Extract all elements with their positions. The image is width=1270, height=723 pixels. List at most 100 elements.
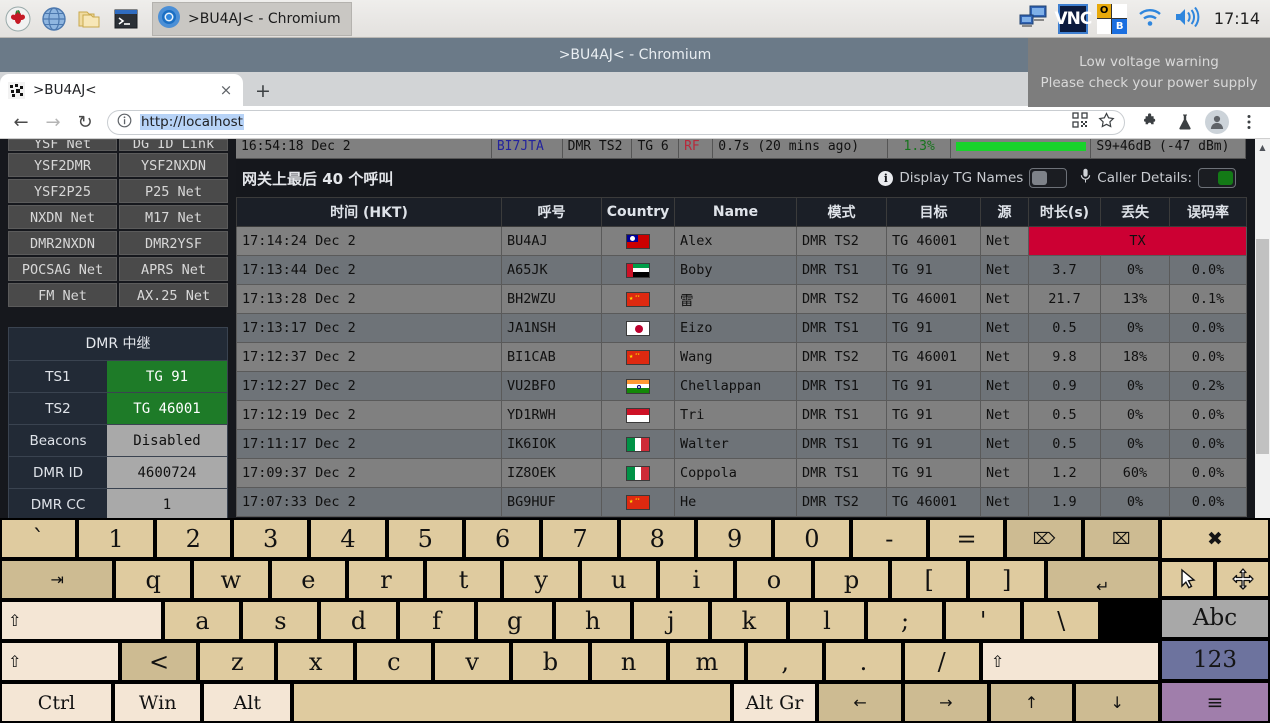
net-button[interactable]: DMR2NXDN — [8, 231, 117, 255]
net-button[interactable]: DMR2YSF — [119, 231, 228, 255]
net-button[interactable]: DG ID Link — [119, 139, 228, 151]
bookmark-star-icon[interactable] — [1098, 112, 1115, 133]
vnc-tray-icon[interactable]: VNC — [1058, 4, 1088, 34]
key-x[interactable]: x — [277, 642, 353, 681]
quad-indicator-icon[interactable]: O B — [1097, 4, 1127, 34]
tab-close-icon[interactable]: × — [217, 81, 235, 99]
key-arrow-up-icon[interactable]: ↑ — [990, 683, 1074, 722]
key-semicolon[interactable]: ; — [867, 601, 943, 640]
net-button[interactable]: P25 Net — [119, 179, 228, 203]
volume-icon[interactable] — [1173, 5, 1201, 33]
cell-callsign[interactable]: IK6IOK — [502, 430, 602, 459]
cell-callsign[interactable]: YD1RWH — [502, 401, 602, 430]
key-m[interactable]: m — [669, 642, 745, 681]
key-enter-icon[interactable]: ↵ — [1047, 560, 1159, 599]
key-shift-right-icon[interactable]: ⇧ — [982, 642, 1159, 681]
caller-details-toggle[interactable] — [1198, 168, 1236, 188]
key-period[interactable]: . — [825, 642, 901, 681]
key-i[interactable]: i — [659, 560, 735, 599]
key-s[interactable]: s — [242, 601, 318, 640]
key-z[interactable]: z — [199, 642, 275, 681]
key-a[interactable]: a — [164, 601, 240, 640]
key-b[interactable]: b — [512, 642, 588, 681]
extensions-puzzle-icon[interactable] — [1135, 107, 1165, 137]
page-vertical-scrollbar[interactable]: ▲ — [1255, 139, 1270, 518]
key-comma[interactable]: , — [747, 642, 823, 681]
key-g[interactable]: g — [477, 601, 553, 640]
col-mode[interactable]: 模式 — [797, 198, 887, 227]
key-arrow-left-icon[interactable]: ← — [818, 683, 902, 722]
taskbar-window-button[interactable]: >BU4AJ< - Chromium — [152, 2, 352, 36]
key-space[interactable] — [293, 683, 731, 722]
key-arrow-right-icon[interactable]: → — [904, 683, 988, 722]
key-apostrophe[interactable]: ' — [945, 601, 1021, 640]
col-name[interactable]: Name — [675, 198, 797, 227]
key-8[interactable]: 8 — [620, 519, 695, 558]
browser-tab[interactable]: >BU4AJ< × — [0, 74, 243, 106]
file-manager-icon[interactable] — [72, 2, 108, 36]
key-delete-icon[interactable]: ⌧ — [1084, 519, 1159, 558]
table-row[interactable]: 17:12:19 Dec 2 YD1RWH Tri DMR TS1 TG 91 … — [237, 401, 1247, 430]
net-button[interactable]: YSF2DMR — [8, 153, 117, 177]
col-source[interactable]: 源 — [981, 198, 1029, 227]
key-bracket-right[interactable]: ] — [969, 560, 1045, 599]
net-button[interactable]: APRS Net — [119, 257, 228, 281]
key-5[interactable]: 5 — [388, 519, 463, 558]
caller-details-control[interactable]: Caller Details: — [1080, 168, 1236, 188]
key-u[interactable]: u — [581, 560, 657, 599]
key-d[interactable]: d — [320, 601, 396, 640]
cell-callsign[interactable]: JA1NSH — [502, 314, 602, 343]
net-button[interactable]: YSF Net — [8, 139, 117, 151]
key-ctrl[interactable]: Ctrl — [1, 683, 112, 722]
key-y[interactable]: y — [503, 560, 579, 599]
raspberry-menu-icon[interactable] — [0, 2, 36, 36]
display-tg-names-toggle[interactable] — [1029, 168, 1067, 188]
key-w[interactable]: w — [193, 560, 269, 599]
key-3[interactable]: 3 — [233, 519, 308, 558]
key-2[interactable]: 2 — [156, 519, 231, 558]
dmr-value[interactable]: TG 46001 — [107, 393, 227, 424]
key-4[interactable]: 4 — [310, 519, 385, 558]
key-capslock-icon[interactable]: ⇧ — [1, 601, 162, 640]
wifi-icon[interactable] — [1136, 5, 1164, 33]
cell-callsign[interactable]: BI1CAB — [502, 343, 602, 372]
reload-button[interactable]: ↻ — [70, 107, 100, 137]
key-alt[interactable]: Alt — [203, 683, 291, 722]
key-1[interactable]: 1 — [78, 519, 153, 558]
key-n[interactable]: n — [591, 642, 667, 681]
col-duration[interactable]: 时长(s) — [1029, 198, 1101, 227]
key-c[interactable]: c — [356, 642, 432, 681]
key-equals[interactable]: = — [929, 519, 1004, 558]
col-callsign[interactable]: 呼号 — [502, 198, 602, 227]
keyboard-move-icon[interactable] — [1216, 561, 1269, 597]
keyboard-123-button[interactable]: 123 — [1161, 640, 1269, 680]
key-win[interactable]: Win — [114, 683, 202, 722]
key-q[interactable]: q — [115, 560, 191, 599]
keyboard-abc-button[interactable]: Abc — [1161, 599, 1269, 639]
net-button[interactable]: M17 Net — [119, 205, 228, 229]
three-dot-menu-icon[interactable] — [1234, 107, 1264, 137]
web-browser-icon[interactable] — [36, 2, 72, 36]
forward-button[interactable]: → — [38, 107, 68, 137]
cell-callsign[interactable]: IZ8OEK — [502, 459, 602, 488]
key-minus[interactable]: - — [852, 519, 927, 558]
cell-callsign[interactable]: VU2BFO — [502, 372, 602, 401]
net-button[interactable]: YSF2NXDN — [119, 153, 228, 177]
table-row[interactable]: 17:12:37 Dec 2 BI1CAB ★★★ Wang DMR TS2 T… — [237, 343, 1247, 372]
qr-code-icon[interactable] — [1072, 112, 1088, 132]
labs-flask-icon[interactable] — [1170, 107, 1200, 137]
scrollbar-thumb[interactable] — [1256, 239, 1269, 454]
key-f[interactable]: f — [399, 601, 475, 640]
address-bar[interactable]: http://localhost — [107, 110, 1125, 135]
col-country[interactable]: Country — [602, 198, 675, 227]
key-j[interactable]: j — [633, 601, 709, 640]
key-alt-gr[interactable]: Alt Gr — [733, 683, 817, 722]
key-backslash[interactable]: \ — [1023, 601, 1099, 640]
net-button[interactable]: NXDN Net — [8, 205, 117, 229]
network-computers-icon[interactable] — [1019, 4, 1049, 34]
terminal-icon[interactable] — [108, 2, 144, 36]
key-6[interactable]: 6 — [465, 519, 540, 558]
key-less-than[interactable]: < — [121, 642, 197, 681]
net-button[interactable]: FM Net — [8, 283, 117, 307]
key-t[interactable]: t — [426, 560, 502, 599]
